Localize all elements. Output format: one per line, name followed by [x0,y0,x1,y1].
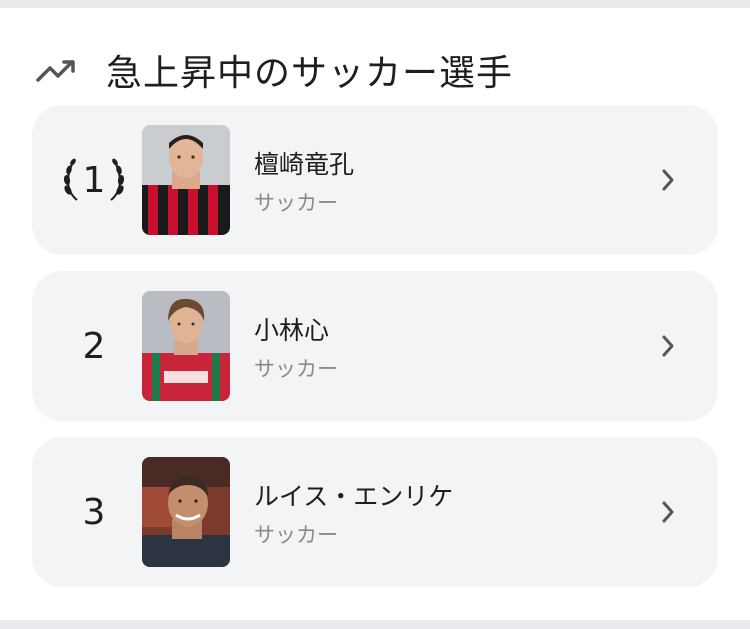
rank-number: 1 [82,159,106,201]
player-avatar [142,457,230,567]
section-header: 急上昇中のサッカー選手 [36,38,513,102]
player-avatar [142,125,230,235]
ranking-item-3[interactable]: 3 ルイス・エンリケ サッカー [32,437,718,587]
player-name: 檀崎竜孔 [254,150,355,179]
player-category: サッカー [254,523,338,547]
laurel-left-icon [63,158,78,201]
trending-up-icon [36,60,75,82]
player-category: サッカー [254,191,338,215]
laurel-right-icon [110,158,125,201]
rank-badge: 2 [32,271,156,421]
section-title: 急上昇中のサッカー選手 [106,53,514,94]
rank-badge: 3 [32,437,156,587]
rank-number: 3 [82,491,106,533]
ranking-item-1[interactable]: 1 檀崎竜孔 サッカー [32,105,718,255]
chevron-right-icon [662,501,674,523]
ranking-item-2[interactable]: 2 小林心 サッカー [32,271,718,421]
player-avatar [142,291,230,401]
player-category: サッカー [254,357,338,381]
player-name: 小林心 [254,316,330,345]
trending-players-card: 急上昇中のサッカー選手 1 檀崎竜孔 サッカー 2 小林心 サッカー 3 ルイス… [0,8,750,620]
rank-number: 2 [82,325,106,367]
chevron-right-icon [662,335,674,357]
chevron-right-icon [662,169,674,191]
rank-badge: 1 [32,105,156,255]
player-name: ルイス・エンリケ [254,482,454,511]
